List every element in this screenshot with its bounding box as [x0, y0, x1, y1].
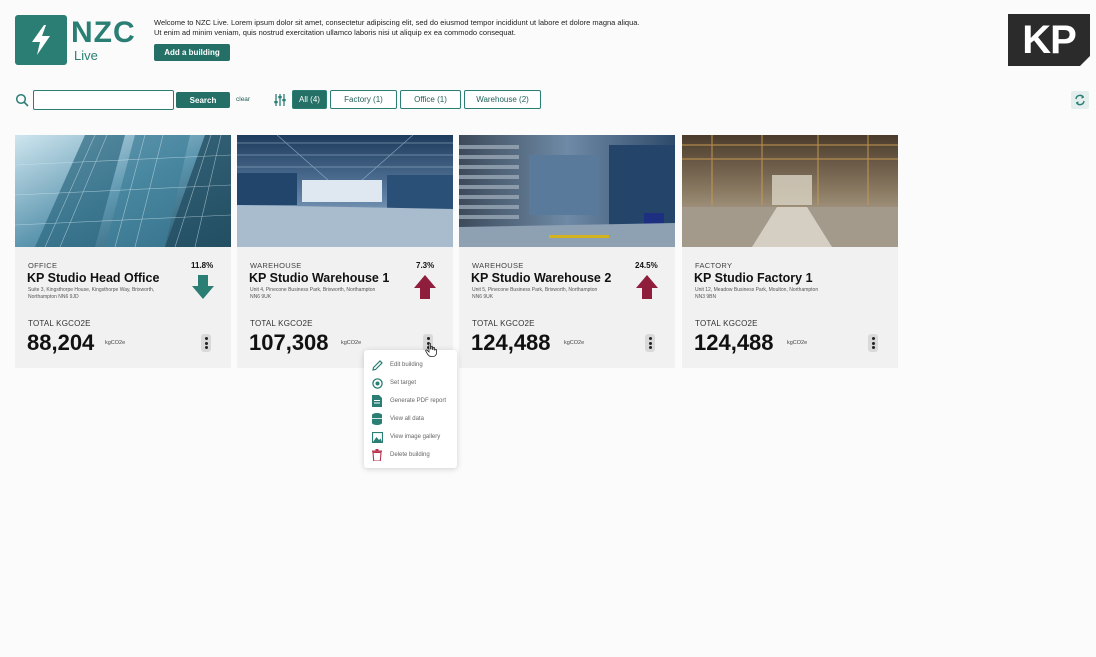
building-category: WAREHOUSE	[472, 261, 524, 270]
building-title: KP Studio Factory 1	[694, 271, 813, 285]
menu-item-edit-building[interactable]: Edit building	[364, 356, 457, 374]
building-card[interactable]: WAREHOUSE KP Studio Warehouse 1 Unit 4, …	[237, 135, 453, 368]
building-address: Unit 12, Meadow Business Park, Moulton, …	[695, 287, 819, 300]
building-title: KP Studio Head Office	[27, 271, 160, 285]
menu-item-view-all-data[interactable]: View all data	[364, 410, 457, 428]
filter-all[interactable]: All (4)	[292, 90, 327, 109]
change-percent: 7.3%	[416, 261, 435, 270]
arrow-up-icon	[414, 275, 436, 299]
filter-sliders-icon[interactable]	[273, 93, 287, 107]
total-label: TOTAL KGCO2E	[472, 319, 535, 328]
total-unit: kgCO2e	[787, 340, 808, 346]
trash-icon	[371, 449, 383, 461]
building-category: OFFICE	[28, 261, 58, 270]
total-label: TOTAL KGCO2E	[695, 319, 758, 328]
total-label: TOTAL KGCO2E	[28, 319, 91, 328]
search-icon	[15, 93, 29, 107]
building-card[interactable]: WAREHOUSE KP Studio Warehouse 2 Unit 5, …	[459, 135, 675, 368]
building-address: Unit 4, Pinecone Business Park, Brixwort…	[250, 287, 376, 300]
add-building-button[interactable]: Add a building	[154, 44, 230, 61]
menu-item-delete-building[interactable]: Delete building	[364, 446, 457, 464]
building-photo	[237, 135, 453, 247]
hand-cursor-icon	[425, 343, 437, 357]
arrow-down-icon	[192, 275, 214, 299]
change-percent: 24.5%	[635, 261, 658, 270]
clear-link[interactable]: clear	[236, 96, 250, 103]
building-category: FACTORY	[695, 261, 733, 270]
total-label: TOTAL KGCO2E	[250, 319, 313, 328]
search-button[interactable]: Search	[176, 92, 230, 108]
filter-warehouse[interactable]: Warehouse (2)	[464, 90, 541, 109]
building-address: Suite 3, Kingsthorpe House, Kingsthorpe …	[28, 287, 155, 300]
more-options-icon[interactable]	[645, 334, 655, 352]
refresh-icon[interactable]	[1071, 91, 1089, 109]
total-value: 124,488	[471, 330, 551, 355]
total-value: 107,308	[249, 330, 329, 355]
building-card[interactable]: OFFICE KP Studio Head Office Suite 3, Ki…	[15, 135, 231, 368]
menu-item-view-image-gallery[interactable]: View image gallery	[364, 428, 457, 446]
total-value: 124,488	[694, 330, 774, 355]
more-options-icon[interactable]	[201, 334, 211, 352]
building-context-menu: Edit building Set target Generate PDF re…	[364, 350, 457, 468]
building-title: KP Studio Warehouse 2	[471, 271, 612, 285]
menu-item-set-target[interactable]: Set target	[364, 374, 457, 392]
pdf-icon	[371, 395, 383, 407]
building-title: KP Studio Warehouse 1	[249, 271, 390, 285]
building-photo	[682, 135, 898, 247]
image-icon	[371, 431, 383, 443]
building-card[interactable]: FACTORY KP Studio Factory 1 Unit 12, Mea…	[682, 135, 898, 368]
lightning-icon	[15, 15, 67, 65]
filter-office[interactable]: Office (1)	[400, 90, 461, 109]
kp-logo: KP	[1008, 14, 1090, 66]
building-category: WAREHOUSE	[250, 261, 302, 270]
building-photo	[459, 135, 675, 247]
filter-chips: All (4) Factory (1) Office (1) Warehouse…	[292, 90, 544, 109]
total-value: 88,204	[27, 330, 95, 355]
more-options-icon[interactable]	[868, 334, 878, 352]
arrow-up-icon	[636, 275, 658, 299]
building-address: Unit 5, Pinecone Business Park, Brixwort…	[472, 287, 598, 300]
welcome-text: Welcome to NZC Live. Lorem ipsum dolor s…	[154, 18, 714, 38]
total-unit: kgCO2e	[105, 340, 126, 346]
nzc-live-logo[interactable]: NZC Live	[15, 15, 140, 65]
welcome-line-1: Welcome to NZC Live. Lorem ipsum dolor s…	[154, 18, 640, 27]
welcome-line-2: Ut enim ad minim veniam, quis nostrud ex…	[154, 28, 516, 37]
search-input[interactable]	[33, 90, 174, 110]
total-unit: kgCO2e	[564, 340, 585, 346]
total-unit: kgCO2e	[341, 340, 362, 346]
building-photo	[15, 135, 231, 247]
change-percent: 11.8%	[191, 261, 214, 270]
target-icon	[371, 377, 383, 389]
database-icon	[371, 413, 383, 425]
logo-text: NZC	[71, 16, 136, 49]
pencil-icon	[371, 359, 383, 371]
logo-subtext: Live	[74, 48, 98, 63]
filter-factory[interactable]: Factory (1)	[330, 90, 397, 109]
menu-item-generate-pdf[interactable]: Generate PDF report	[364, 392, 457, 410]
